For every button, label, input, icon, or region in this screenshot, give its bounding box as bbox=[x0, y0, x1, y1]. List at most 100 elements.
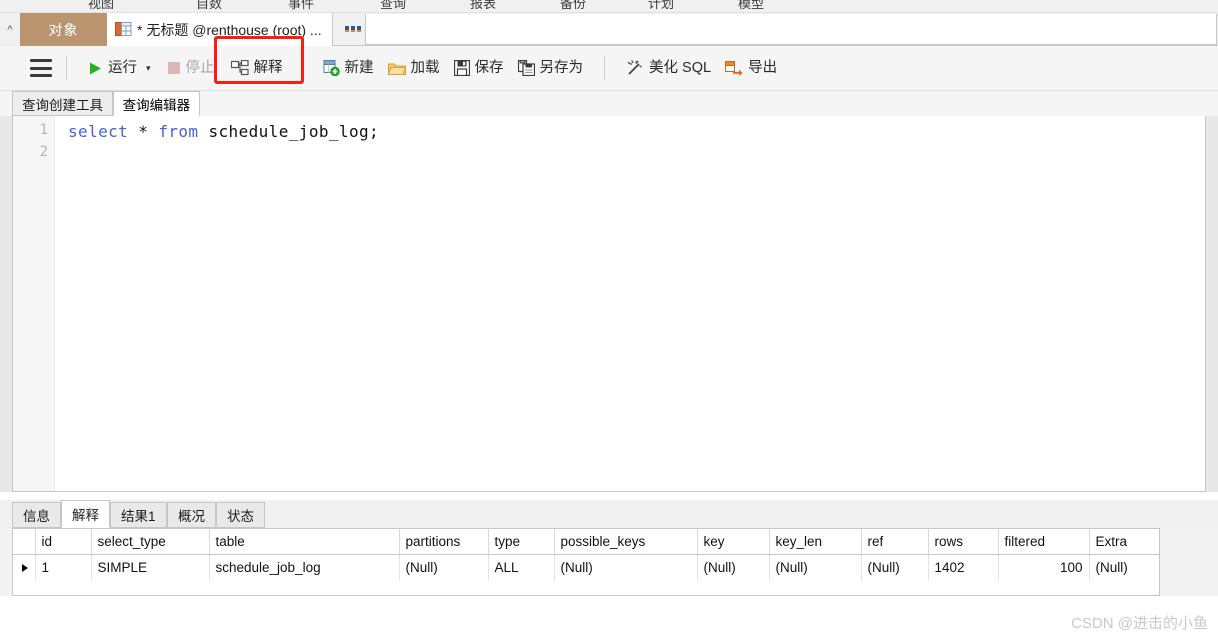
column-header-select_type[interactable]: select_type bbox=[91, 529, 210, 555]
stop-button-label: 停止 bbox=[185, 59, 215, 76]
beautify-sql-button[interactable]: 美化 SQL bbox=[619, 56, 718, 80]
explain-button-label: 解释 bbox=[253, 59, 283, 76]
beautify-sql-button-label: 美化 SQL bbox=[649, 59, 712, 76]
toolbar-divider-1 bbox=[66, 56, 67, 80]
save-button[interactable]: 保存 bbox=[447, 56, 511, 80]
cell-filtered[interactable]: 100 bbox=[998, 554, 1090, 581]
row-selector[interactable] bbox=[13, 554, 36, 581]
sql-editor[interactable]: 12 select * from schedule_job_log; bbox=[12, 116, 1206, 492]
cell-key_len[interactable]: (Null) bbox=[769, 554, 862, 581]
menu-bar: 视图 自数 事件 查询 报表 备份 计划 模型 bbox=[0, 0, 1218, 13]
column-header-rows[interactable]: rows bbox=[928, 529, 999, 555]
menu-item-模型[interactable]: 模型 bbox=[738, 0, 764, 12]
floppy-disk-icon bbox=[453, 60, 470, 76]
editor-line-number-gutter: 12 bbox=[13, 116, 55, 491]
result-tab-label: 解释 bbox=[72, 508, 99, 523]
tab-objects[interactable]: 对象 bbox=[20, 13, 107, 46]
column-header-possible_keys[interactable]: possible_keys bbox=[554, 529, 698, 555]
export-button[interactable]: 导出 bbox=[718, 57, 784, 80]
sql-token-keyword: select bbox=[68, 122, 129, 141]
magic-wand-icon bbox=[626, 60, 644, 76]
cell-type[interactable]: ALL bbox=[488, 554, 555, 581]
cell-possible_keys[interactable]: (Null) bbox=[554, 554, 698, 581]
cell-key[interactable]: (Null) bbox=[697, 554, 770, 581]
save-as-icon bbox=[517, 60, 535, 76]
menu-item-计划[interactable]: 计划 bbox=[648, 0, 674, 12]
new-button[interactable]: 新建 bbox=[316, 56, 381, 80]
column-header-key_len[interactable]: key_len bbox=[769, 529, 862, 555]
table-row[interactable]: 1 SIMPLE schedule_job_log (Null) ALL (Null) (N… bbox=[13, 554, 1159, 581]
hamburger-icon[interactable] bbox=[30, 59, 52, 77]
editor-tab-strip: 查询创建工具 查询编辑器 bbox=[0, 91, 1218, 116]
tab-overflow-icon[interactable] bbox=[345, 25, 363, 33]
cell-extra[interactable]: (Null) bbox=[1089, 554, 1159, 581]
result-tab-概况[interactable]: 概况 bbox=[167, 502, 216, 528]
save-as-button[interactable]: 另存为 bbox=[511, 56, 591, 80]
run-button-label: 运行 bbox=[108, 59, 137, 76]
load-button-label: 加载 bbox=[410, 59, 440, 76]
csdn-watermark: CSDN @进击的小鱼 bbox=[1071, 615, 1208, 632]
explain-button[interactable]: 解释 bbox=[224, 56, 290, 80]
result-tab-信息[interactable]: 信息 bbox=[12, 502, 61, 528]
explain-result-grid[interactable]: id select_type table partitions type possible… bbox=[12, 528, 1160, 596]
chevron-down-icon[interactable]: ▾ bbox=[146, 63, 151, 74]
stop-button[interactable]: 停止 bbox=[160, 57, 222, 80]
run-button[interactable]: 运行 ▾ bbox=[81, 57, 160, 80]
cell-table[interactable]: schedule_job_log bbox=[209, 554, 400, 581]
cell-select_type[interactable]: SIMPLE bbox=[91, 554, 210, 581]
connection-tab-bar: ^ 对象 * 无标题 @renthouse (root) ... bbox=[0, 13, 1218, 46]
tab-untitled-query-label: * 无标题 @renthouse (root) ... bbox=[137, 21, 322, 38]
cell-partitions[interactable]: (Null) bbox=[399, 554, 489, 581]
export-button-label: 导出 bbox=[748, 59, 778, 76]
result-tab-结果1[interactable]: 结果1 bbox=[110, 502, 167, 528]
explain-plan-icon bbox=[230, 60, 249, 76]
editor-tab-2[interactable]: 查询编辑器 bbox=[112, 91, 201, 116]
save-as-button-label: 另存为 bbox=[539, 59, 584, 76]
menu-item-报表[interactable]: 报表 bbox=[470, 0, 496, 12]
column-header-key[interactable]: key bbox=[697, 529, 770, 555]
result-tab-strip: 信息 解释 结果1 概况 状态 bbox=[0, 500, 1218, 528]
new-query-icon bbox=[323, 60, 340, 76]
menu-item-事件[interactable]: 事件 bbox=[288, 0, 314, 12]
column-header-type[interactable]: type bbox=[488, 529, 555, 555]
load-button[interactable]: 加载 bbox=[381, 57, 447, 80]
save-button-label: 保存 bbox=[474, 59, 504, 76]
sql-editor-text[interactable]: select * from schedule_job_log; bbox=[68, 122, 379, 141]
explain-button-wrapper: 解释 bbox=[213, 36, 304, 84]
editor-tab-label: 查询创建工具 bbox=[22, 97, 103, 113]
editor-left-margin bbox=[0, 116, 12, 492]
result-tab-状态[interactable]: 状态 bbox=[216, 502, 265, 528]
line-number: 1 bbox=[39, 122, 48, 138]
explain-table: id select_type table partitions type possible… bbox=[13, 529, 1159, 581]
status-bar-area bbox=[0, 596, 1218, 639]
menu-item-视图[interactable]: 视图 bbox=[88, 0, 114, 12]
cell-ref[interactable]: (Null) bbox=[861, 554, 929, 581]
menu-item-备份[interactable]: 备份 bbox=[560, 0, 586, 12]
column-header-filtered[interactable]: filtered bbox=[998, 529, 1090, 555]
cell-id[interactable]: 1 bbox=[35, 554, 92, 581]
column-header-table[interactable]: table bbox=[209, 529, 400, 555]
menu-item-查询[interactable]: 查询 bbox=[380, 0, 406, 12]
column-header-marker[interactable] bbox=[13, 529, 36, 555]
stop-square-icon bbox=[167, 61, 181, 75]
editor-right-margin bbox=[1206, 116, 1218, 492]
menu-item-自数[interactable]: 自数 bbox=[196, 0, 222, 12]
cell-rows[interactable]: 1402 bbox=[928, 554, 999, 581]
new-button-label: 新建 bbox=[344, 59, 374, 76]
folder-open-icon bbox=[387, 61, 406, 76]
column-header-partitions[interactable]: partitions bbox=[399, 529, 489, 555]
tab-untitled-query[interactable]: * 无标题 @renthouse (root) ... bbox=[107, 13, 333, 46]
toolbar-divider-2 bbox=[604, 56, 606, 80]
column-header-ref[interactable]: ref bbox=[861, 529, 929, 555]
table-header-row: id select_type table partitions type possible… bbox=[13, 529, 1159, 555]
collapse-arrow-icon[interactable]: ^ bbox=[0, 13, 20, 46]
result-left-margin bbox=[0, 528, 12, 596]
editor-tab-1[interactable]: 查询创建工具 bbox=[12, 91, 113, 116]
export-arrow-icon bbox=[725, 60, 743, 76]
editor-tab-label: 查询编辑器 bbox=[122, 97, 191, 113]
sql-token-plain: * bbox=[128, 122, 159, 141]
column-header-Extra[interactable]: Extra bbox=[1089, 529, 1159, 555]
result-tab-解释[interactable]: 解释 bbox=[61, 500, 110, 528]
column-header-id[interactable]: id bbox=[35, 529, 92, 555]
result-tab-label: 概况 bbox=[178, 509, 205, 524]
